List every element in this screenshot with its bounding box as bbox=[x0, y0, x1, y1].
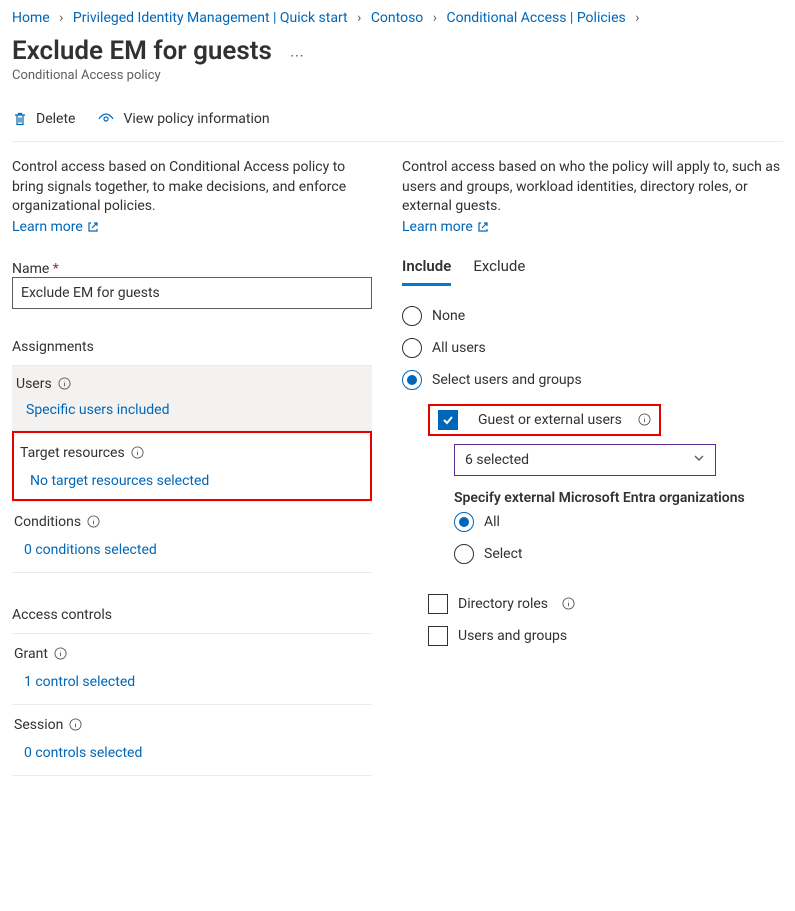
info-icon[interactable] bbox=[562, 597, 575, 610]
grant-title: Grant bbox=[14, 646, 48, 662]
info-icon[interactable] bbox=[54, 647, 67, 660]
include-exclude-tabs: Include Exclude bbox=[402, 257, 783, 286]
radio-select-label: Select users and groups bbox=[432, 372, 582, 388]
tab-include[interactable]: Include bbox=[402, 257, 451, 286]
chevron-right-icon: › bbox=[59, 10, 63, 26]
checkbox-guest-external[interactable]: Guest or external users bbox=[438, 410, 651, 430]
session-title: Session bbox=[14, 717, 63, 733]
target-resources-link[interactable]: No target resources selected bbox=[18, 473, 366, 489]
crumb-contoso[interactable]: Contoso bbox=[371, 10, 423, 26]
guest-types-dropdown[interactable]: 6 selected bbox=[454, 444, 716, 476]
right-column: Control access based on who the policy w… bbox=[402, 158, 783, 776]
info-icon[interactable] bbox=[638, 413, 651, 426]
users-block[interactable]: Users Specific users included bbox=[12, 366, 372, 431]
access-controls-header: Access controls bbox=[12, 607, 372, 634]
external-link-icon bbox=[87, 221, 99, 233]
dropdown-value: 6 selected bbox=[465, 452, 529, 468]
checkbox-directory-roles[interactable]: Directory roles bbox=[428, 588, 783, 620]
right-description: Control access based on who the policy w… bbox=[402, 158, 783, 217]
crumb-home[interactable]: Home bbox=[12, 10, 50, 26]
chevron-right-icon: › bbox=[635, 10, 639, 26]
name-input[interactable] bbox=[12, 277, 372, 309]
radio-none-label: None bbox=[432, 308, 465, 324]
crumb-ca-policies[interactable]: Conditional Access | Policies bbox=[446, 10, 625, 26]
conditions-title: Conditions bbox=[14, 514, 81, 530]
radio-all-label: All users bbox=[432, 340, 486, 356]
left-column: Control access based on Conditional Acce… bbox=[12, 158, 372, 776]
session-link[interactable]: 0 controls selected bbox=[12, 745, 372, 761]
trash-icon bbox=[12, 111, 28, 127]
name-label: Name * bbox=[12, 261, 372, 277]
page-subtitle: Conditional Access policy bbox=[12, 68, 783, 83]
directory-roles-label: Directory roles bbox=[458, 596, 548, 612]
session-block[interactable]: Session 0 controls selected bbox=[12, 705, 372, 776]
external-link-icon bbox=[477, 221, 489, 233]
crumb-pim[interactable]: Privileged Identity Management | Quick s… bbox=[73, 10, 348, 26]
conditions-link[interactable]: 0 conditions selected bbox=[12, 542, 372, 558]
breadcrumb: Home › Privileged Identity Management | … bbox=[12, 10, 783, 26]
page-title: Exclude EM for guests bbox=[12, 36, 272, 66]
guest-external-label: Guest or external users bbox=[478, 412, 622, 428]
guest-external-highlight: Guest or external users bbox=[428, 404, 661, 436]
learn-more-left[interactable]: Learn more bbox=[12, 219, 99, 235]
left-description: Control access based on Conditional Acce… bbox=[12, 158, 372, 217]
tab-exclude[interactable]: Exclude bbox=[473, 257, 525, 286]
users-status-link[interactable]: Specific users included bbox=[12, 402, 372, 430]
conditions-block[interactable]: Conditions 0 conditions selected bbox=[12, 502, 372, 573]
info-icon[interactable] bbox=[58, 377, 71, 390]
target-resources-title: Target resources bbox=[20, 445, 125, 461]
info-icon[interactable] bbox=[131, 446, 144, 459]
radio-all-users[interactable]: All users bbox=[402, 332, 783, 364]
delete-button[interactable]: Delete bbox=[12, 111, 75, 127]
learn-more-right[interactable]: Learn more bbox=[402, 219, 489, 235]
radio-org-select-label: Select bbox=[484, 546, 522, 562]
toolbar: Delete View policy information bbox=[12, 105, 783, 142]
users-title: Users bbox=[16, 376, 52, 392]
view-policy-label: View policy information bbox=[123, 111, 269, 127]
eye-icon bbox=[97, 111, 115, 127]
external-orgs-header: Specify external Microsoft Entra organiz… bbox=[454, 490, 783, 506]
delete-label: Delete bbox=[36, 111, 75, 127]
info-icon[interactable] bbox=[69, 718, 82, 731]
chevron-right-icon: › bbox=[433, 10, 437, 26]
users-groups-label: Users and groups bbox=[458, 628, 567, 644]
radio-none[interactable]: None bbox=[402, 300, 783, 332]
chevron-right-icon: › bbox=[357, 10, 361, 26]
radio-select-users[interactable]: Select users and groups bbox=[402, 364, 783, 396]
radio-org-all-label: All bbox=[484, 514, 500, 530]
checkbox-users-groups[interactable]: Users and groups bbox=[428, 620, 783, 652]
view-policy-button[interactable]: View policy information bbox=[97, 111, 269, 127]
radio-org-all[interactable]: All bbox=[454, 506, 783, 538]
learn-more-label: Learn more bbox=[12, 219, 83, 235]
info-icon[interactable] bbox=[87, 515, 100, 528]
radio-org-select[interactable]: Select bbox=[454, 538, 783, 570]
grant-block[interactable]: Grant 1 control selected bbox=[12, 634, 372, 705]
chevron-down-icon bbox=[693, 452, 705, 468]
learn-more-label: Learn more bbox=[402, 219, 473, 235]
more-menu-button[interactable]: ⋯ bbox=[290, 48, 306, 64]
grant-link[interactable]: 1 control selected bbox=[12, 674, 372, 690]
assignments-header: Assignments bbox=[12, 339, 372, 366]
